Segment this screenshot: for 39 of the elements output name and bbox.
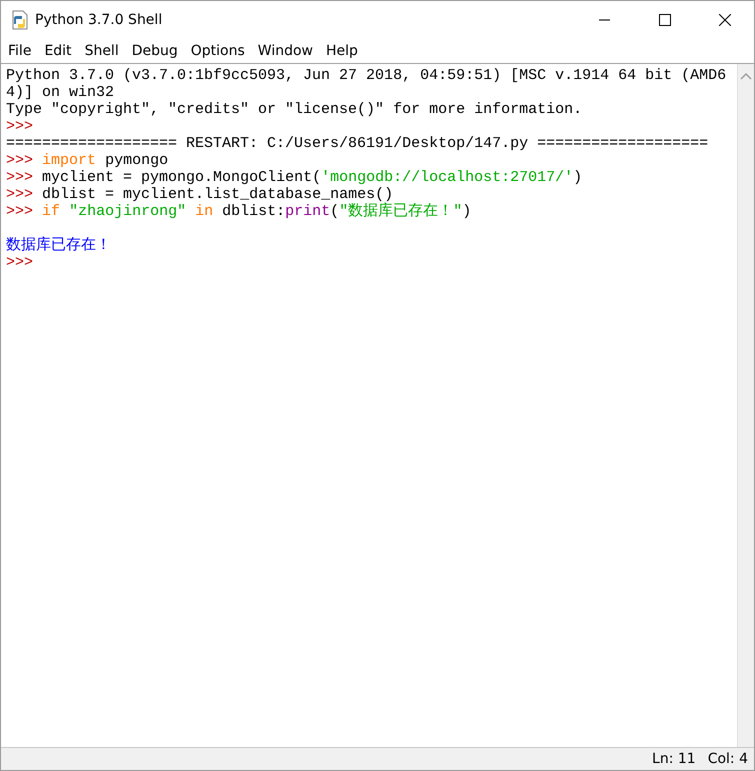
code-builtin: print [285, 203, 330, 220]
menu-item[interactable]: Options [184, 43, 251, 59]
program-output: 数据库已存在！ [6, 237, 111, 254]
scrollbar[interactable] [737, 64, 754, 747]
shell-prompt: >>> [6, 203, 34, 220]
code-text: pymongo [105, 152, 168, 169]
menu-item[interactable]: Window [250, 43, 319, 59]
code-string: "zhaojinrong" [69, 203, 186, 220]
code-text: ( [330, 203, 340, 220]
code-text: ) [462, 203, 472, 220]
code-keyword: in [195, 203, 214, 220]
menu-item[interactable]: Shell [78, 43, 125, 59]
code-text: myclient = pymongo.MongoClient( [42, 169, 322, 186]
code-keyword: if [42, 203, 60, 220]
code-text: ) [573, 169, 582, 186]
column-number: Col: 4 [708, 751, 748, 767]
output-text: Type "copyright", "credits" or "license()" for more information. [6, 101, 582, 118]
maximize-icon[interactable] [659, 14, 671, 26]
code-string: 'mongodb://localhost:27017/' [321, 169, 574, 186]
shell-prompt: >>> [6, 186, 34, 203]
menu-item[interactable]: Edit [37, 43, 78, 59]
shell-prompt: >>> [6, 254, 34, 271]
python-file-icon [11, 10, 29, 30]
output-text: =================== RESTART: C:/Users/86191/Desktop/147.py =================== [6, 135, 708, 152]
line-number: Ln: 11 [652, 751, 696, 767]
window-title: Python 3.7.0 Shell [35, 12, 162, 28]
shell-prompt: >>> [6, 118, 34, 135]
close-icon[interactable] [719, 14, 731, 26]
code-text: dblist: [222, 203, 286, 220]
code-string: "数据库已存在！" [339, 203, 462, 220]
code-text: dblist = myclient.list_database_names() [42, 186, 394, 203]
shell-prompt: >>> [6, 169, 34, 186]
shell-prompt: >>> [6, 152, 34, 169]
output-text: Python 3.7.0 (v3.7.0:1bf9cc5093, Jun 27 2018, 04:59:51) [MSC v.1914 64 bit (AMD6 [6, 67, 726, 84]
output-text: 4)] on win32 [6, 84, 114, 101]
menu-item[interactable]: Help [319, 43, 364, 59]
menu-item[interactable]: File [1, 43, 38, 59]
menu-item[interactable]: Debug [124, 43, 184, 59]
code-keyword: import [42, 152, 96, 169]
